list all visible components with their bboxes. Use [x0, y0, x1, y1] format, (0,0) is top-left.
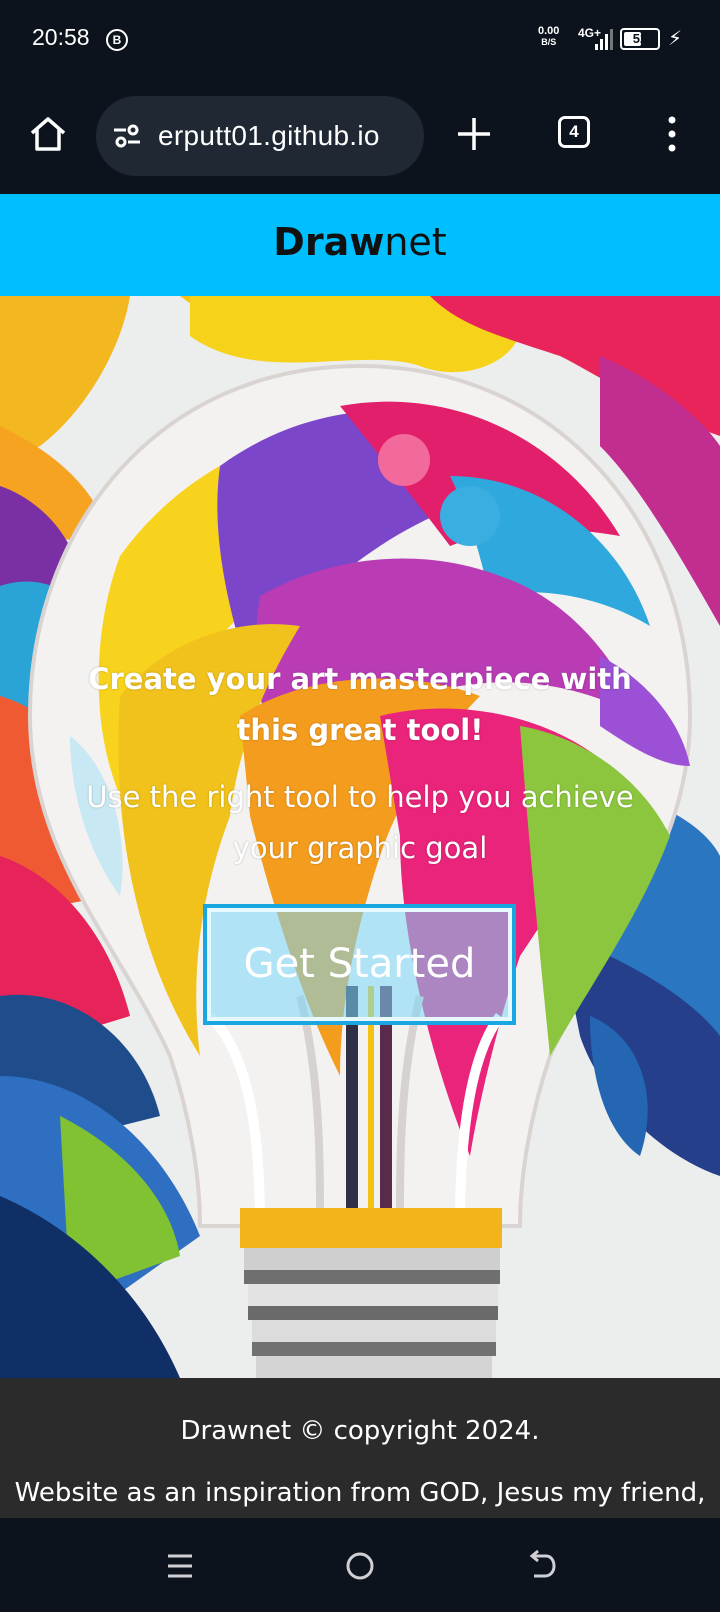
brand-logo[interactable]: Drawnet [0, 220, 720, 264]
tab-switcher-icon[interactable]: 4 [558, 116, 590, 148]
site-header: Drawnet [0, 194, 720, 296]
circle-icon[interactable] [338, 1544, 382, 1588]
status-bar: 20:58 B 0.00 B/S 4G+ 52 ⚡ [0, 0, 720, 80]
address-bar[interactable]: erputt01.github.io [96, 96, 424, 176]
network-speed: 0.00 B/S [538, 26, 559, 48]
brand-bold: Draw [273, 220, 385, 264]
plus-icon[interactable] [456, 116, 492, 152]
signal-icon [595, 29, 613, 50]
home-icon[interactable] [28, 114, 68, 154]
brand-light: net [384, 220, 447, 264]
menu-lines-icon[interactable] [158, 1544, 202, 1588]
hero-title: Create your art masterpiece with this gr… [88, 662, 632, 747]
notification-icon: B [106, 29, 128, 51]
tune-icon[interactable] [112, 121, 142, 151]
hero-section: Create your art masterpiece with this gr… [0, 296, 720, 1378]
get-started-button[interactable]: Get Started [203, 904, 516, 1025]
footer-note: Website as an inspiration from GOD, Jesu… [14, 1478, 706, 1508]
network-speed-unit: B/S [541, 37, 557, 47]
system-nav-bar [0, 1518, 720, 1612]
status-time: 20:58 [32, 24, 90, 50]
site-footer: Drawnet © copyright 2024. Website as an … [0, 1378, 720, 1518]
browser-toolbar: erputt01.github.io 4 [0, 80, 720, 192]
charging-icon: ⚡ [668, 26, 683, 50]
battery-icon: 52 [620, 28, 660, 50]
back-icon[interactable] [518, 1544, 562, 1588]
footer-copyright: Drawnet © copyright 2024. [180, 1416, 540, 1446]
battery-level: 52 [632, 31, 648, 46]
hero-subtitle: Use the right tool to help you achieve y… [86, 780, 634, 865]
network-speed-value: 0.00 [538, 25, 560, 37]
url-text[interactable]: erputt01.github.io [158, 120, 380, 152]
more-vert-icon[interactable] [664, 114, 680, 154]
